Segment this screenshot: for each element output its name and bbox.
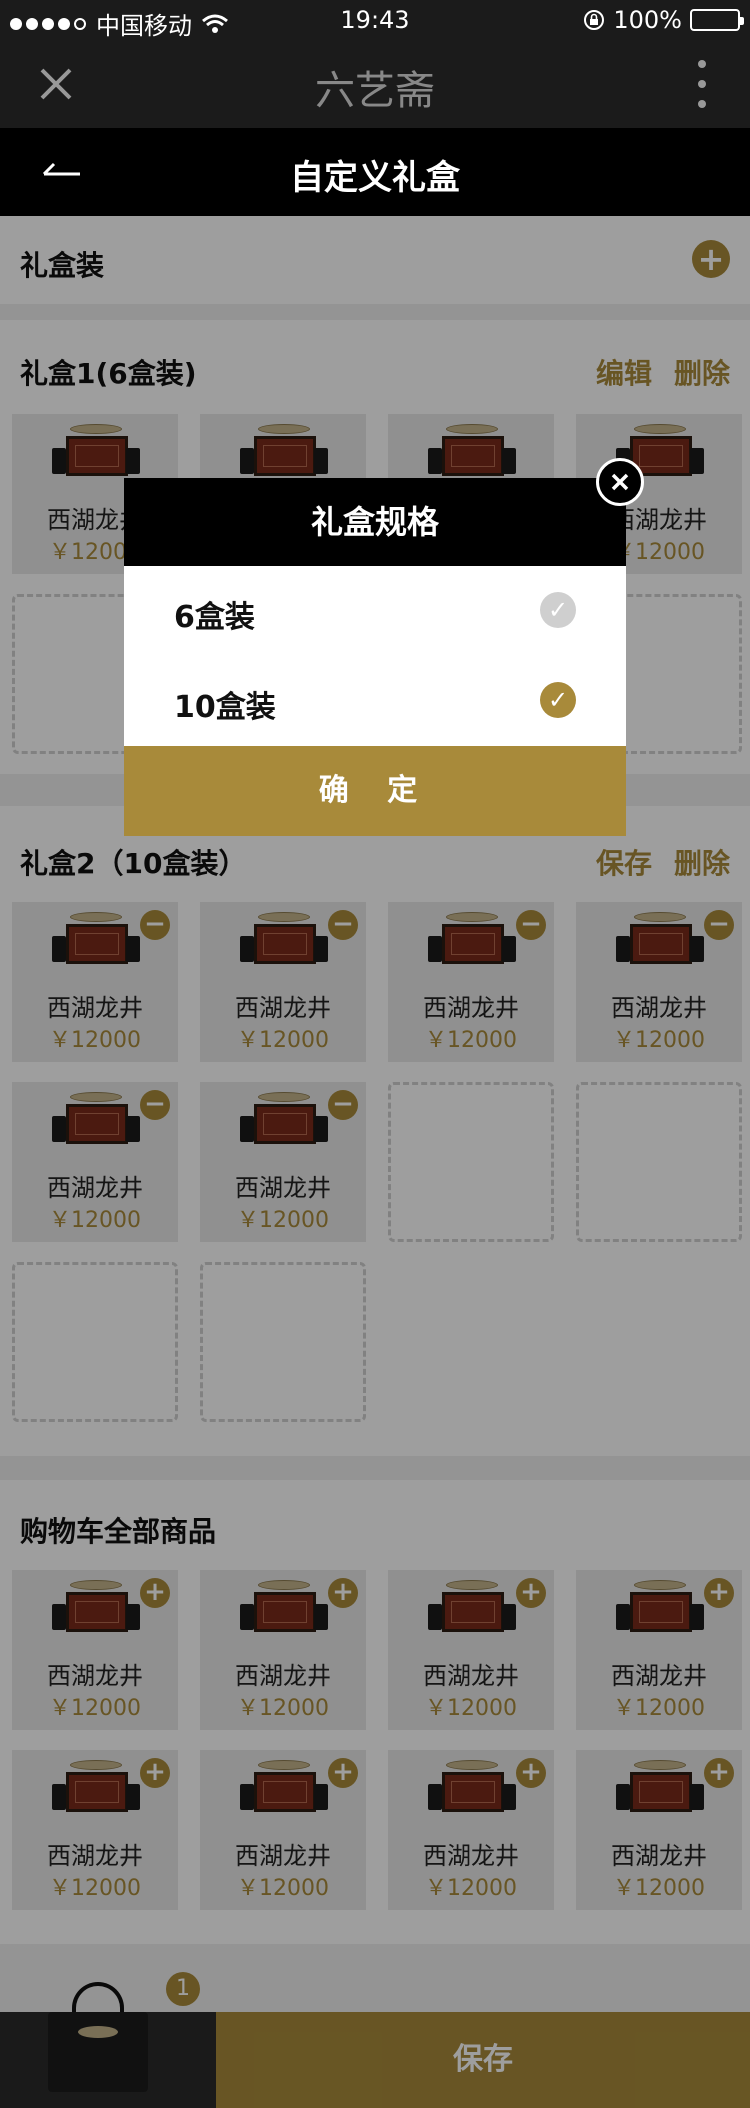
option-6[interactable]: 6盒装 ✓ <box>124 566 626 656</box>
orientation-lock-icon <box>584 10 605 30</box>
status-bar: 中国移动 19:43 100% <box>0 0 750 40</box>
option-label: 6盒装 <box>174 600 255 635</box>
page-title: 自定义礼盒 <box>290 158 460 198</box>
more-menu-icon[interactable] <box>678 56 726 112</box>
option-10[interactable]: 10盒装 ✓ <box>124 656 626 746</box>
spec-modal: 礼盒规格 6盒装 ✓ 10盒装 ✓ 确 定 <box>124 478 626 836</box>
check-icon[interactable]: ✓ <box>540 592 576 628</box>
status-right: 100% <box>583 6 744 34</box>
option-label: 10盒装 <box>174 690 276 725</box>
confirm-button[interactable]: 确 定 <box>124 746 626 836</box>
app-title: 六艺斋 <box>315 68 435 114</box>
page-header: 自定义礼盒 <box>0 128 750 216</box>
modal-title: 礼盒规格 <box>124 478 626 566</box>
battery-icon <box>690 9 744 31</box>
check-icon[interactable]: ✓ <box>540 682 576 718</box>
modal-options: 6盒装 ✓ 10盒装 ✓ <box>124 566 626 746</box>
app-bar: 六艺斋 <box>0 40 750 128</box>
modal-close-icon[interactable] <box>596 458 644 506</box>
battery-percent: 100% <box>613 6 682 34</box>
